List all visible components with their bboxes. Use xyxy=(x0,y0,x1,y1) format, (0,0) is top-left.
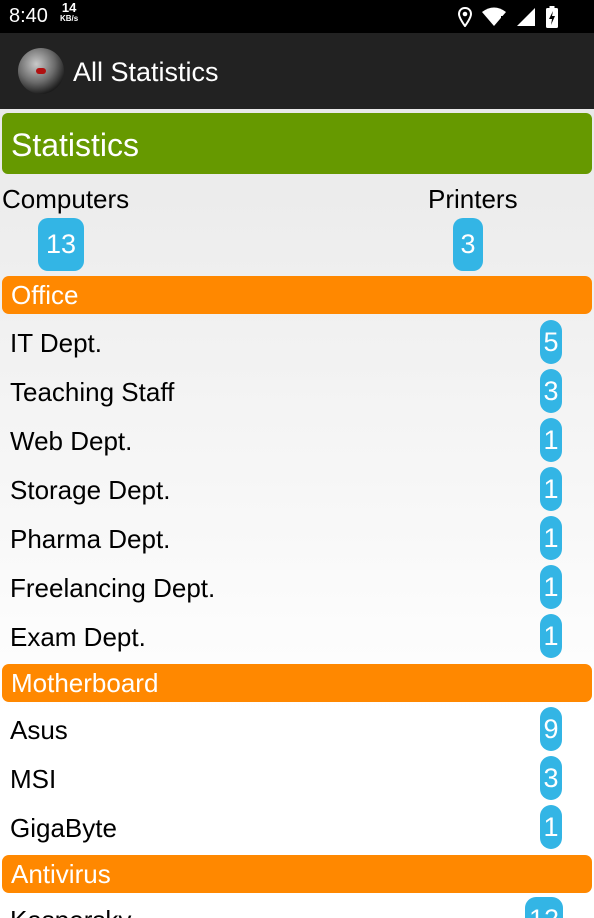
list-item-label: IT Dept. xyxy=(10,328,103,358)
network-speed-unit: KB/s xyxy=(60,14,79,23)
computers-label: Computers xyxy=(2,184,130,214)
list-item[interactable]: Teaching Staff 3 xyxy=(0,369,594,418)
list-item-label: MSI xyxy=(10,764,57,794)
count-badge: 1 xyxy=(540,467,562,511)
location-icon xyxy=(458,7,472,27)
count-badge: 1 xyxy=(540,565,562,609)
list-item-label: Web Dept. xyxy=(10,426,133,456)
list-item[interactable]: Kaspersky 12 xyxy=(0,897,594,918)
list-item[interactable]: IT Dept. 5 xyxy=(0,320,594,369)
section-header-office: Office xyxy=(2,276,592,314)
status-icons xyxy=(458,6,558,28)
statistics-header-title: Statistics xyxy=(11,127,140,163)
count-badge: 1 xyxy=(540,614,562,658)
list-item-label: Kaspersky xyxy=(10,905,131,918)
app-bar: All Statistics xyxy=(0,33,594,109)
status-time: 8:40 xyxy=(9,5,48,27)
list-item[interactable]: Freelancing Dept. 1 xyxy=(0,565,594,614)
section-title: Antivirus xyxy=(11,859,111,889)
list-item[interactable]: Asus 9 xyxy=(0,707,594,756)
list-item-label: Exam Dept. xyxy=(10,622,146,652)
app-title: All Statistics xyxy=(73,57,219,87)
count-badge: 9 xyxy=(540,707,562,751)
list-item-label: Storage Dept. xyxy=(10,475,171,505)
list-item[interactable]: Exam Dept. 1 xyxy=(0,614,594,663)
status-bar: 8:40 14 KB/s xyxy=(0,0,594,33)
count-badge: 1 xyxy=(540,805,562,849)
section-header-antivirus: Antivirus xyxy=(2,855,592,893)
app-logo-icon[interactable] xyxy=(18,48,64,94)
section-title: Motherboard xyxy=(11,668,159,698)
list-item[interactable]: Pharma Dept. 1 xyxy=(0,516,594,565)
list-item-label: Asus xyxy=(10,715,68,745)
printers-count-badge: 3 xyxy=(453,218,483,271)
battery-icon xyxy=(546,6,558,28)
list-item[interactable]: Storage Dept. 1 xyxy=(0,467,594,516)
wifi-icon xyxy=(482,7,506,27)
count-badge: 3 xyxy=(540,756,562,800)
count-badge: 12 xyxy=(525,897,563,918)
list-item-label: Pharma Dept. xyxy=(10,524,171,554)
printers-label: Printers xyxy=(428,184,518,214)
list-item[interactable]: MSI 3 xyxy=(0,756,594,805)
list-item-label: Teaching Staff xyxy=(10,377,175,407)
section-header-motherboard: Motherboard xyxy=(2,664,592,702)
list-item[interactable]: GigaByte 1 xyxy=(0,805,594,854)
section-title: Office xyxy=(11,280,79,310)
count-badge: 3 xyxy=(540,369,562,413)
count-badge: 1 xyxy=(540,516,562,560)
list-item-label: GigaByte xyxy=(10,813,117,843)
computers-count-badge: 13 xyxy=(38,218,84,271)
statistics-header: Statistics xyxy=(2,113,592,174)
list-item-label: Freelancing Dept. xyxy=(10,573,216,603)
network-speed: 14 KB/s xyxy=(60,1,79,24)
count-badge: 1 xyxy=(540,418,562,462)
statistics-content[interactable]: Statistics Computers 13 Printers 3 Offic… xyxy=(0,109,594,918)
count-badge: 5 xyxy=(540,320,562,364)
signal-icon xyxy=(517,8,535,26)
list-item[interactable]: Web Dept. 1 xyxy=(0,418,594,467)
